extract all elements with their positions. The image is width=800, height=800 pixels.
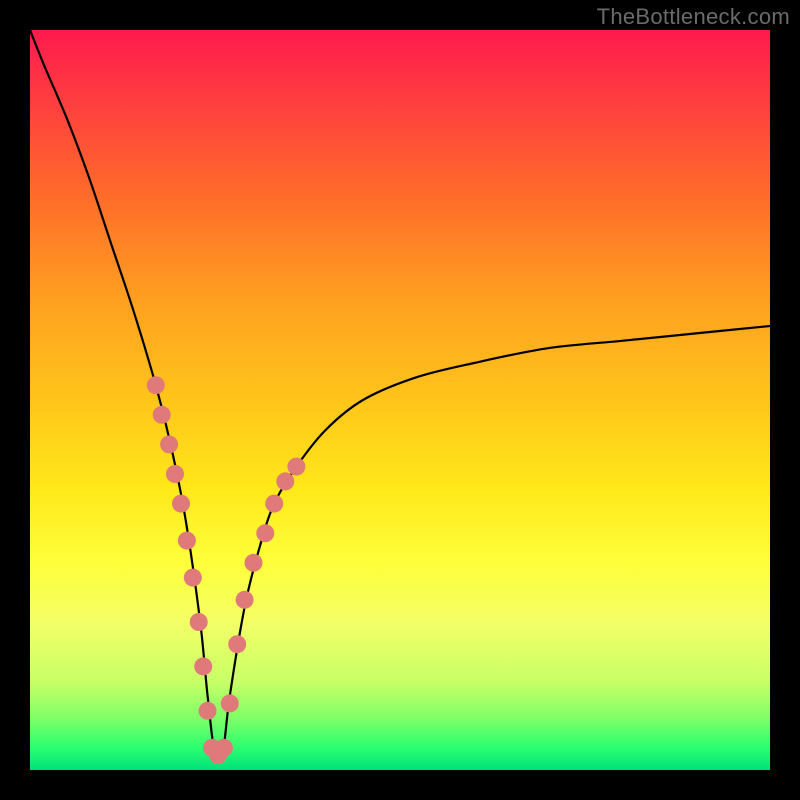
curve-marker	[256, 524, 274, 542]
chart-svg	[30, 30, 770, 770]
curve-marker	[166, 465, 184, 483]
curve-markers	[147, 376, 306, 764]
curve-marker	[276, 472, 294, 490]
curve-marker	[236, 591, 254, 609]
curve-marker	[147, 376, 165, 394]
chart-plot-area	[30, 30, 770, 770]
curve-marker	[172, 495, 190, 513]
curve-marker	[190, 613, 208, 631]
curve-marker	[199, 702, 217, 720]
curve-marker	[194, 657, 212, 675]
watermark-text: TheBottleneck.com	[597, 4, 790, 30]
curve-marker	[184, 569, 202, 587]
curve-marker	[153, 406, 171, 424]
curve-marker	[287, 458, 305, 476]
curve-marker	[160, 435, 178, 453]
curve-marker	[215, 739, 233, 757]
curve-marker	[221, 694, 239, 712]
curve-marker	[228, 635, 246, 653]
curve-marker	[245, 554, 263, 572]
bottleneck-curve	[30, 30, 770, 763]
curve-marker	[178, 532, 196, 550]
curve-marker	[265, 495, 283, 513]
